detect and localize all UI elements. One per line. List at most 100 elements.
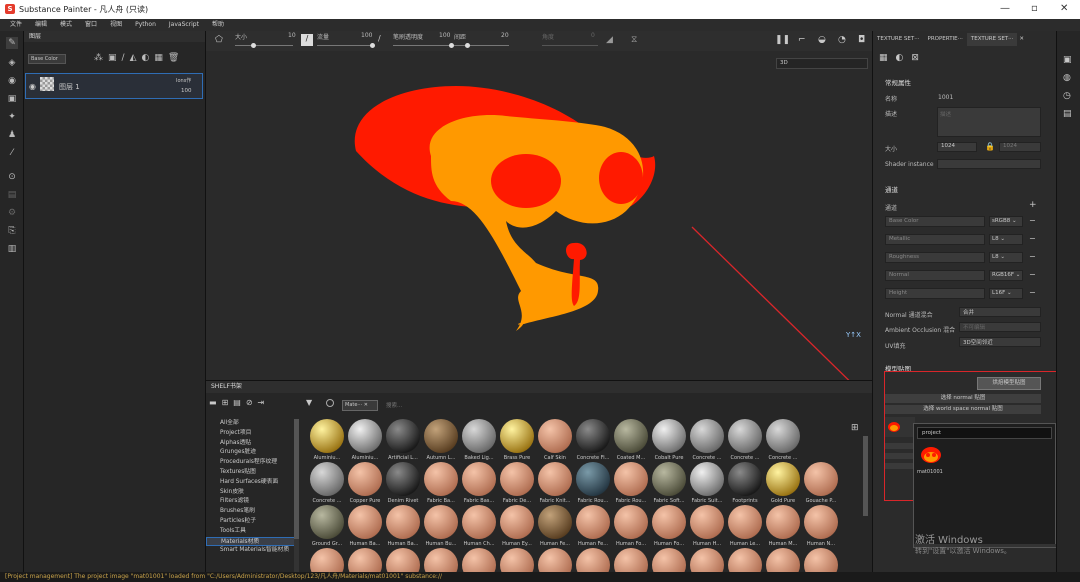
material-thumbnail[interactable] xyxy=(614,419,648,453)
material-thumbnail[interactable] xyxy=(424,419,458,453)
select-ws-normal-map-button[interactable]: 选择 world space normal 贴图 xyxy=(885,405,1041,414)
material-thumbnail[interactable] xyxy=(462,548,496,573)
category-project[interactable]: Project项目 xyxy=(206,429,296,439)
material-thumbnail[interactable] xyxy=(348,419,382,453)
remove-channel-icon[interactable]: − xyxy=(1029,288,1036,297)
material-thumbnail[interactable] xyxy=(538,548,572,573)
remove-channel-icon[interactable]: − xyxy=(1029,270,1036,279)
category-brushes[interactable]: Brushes笔刷 xyxy=(206,507,296,517)
popup-search-input[interactable]: project xyxy=(917,427,1052,439)
material-thumbnail[interactable] xyxy=(614,462,648,496)
eraser-icon[interactable]: ◈ xyxy=(6,57,18,69)
material-thumbnail[interactable] xyxy=(386,462,420,496)
material-thumbnail[interactable] xyxy=(690,548,724,573)
material-thumbnail[interactable] xyxy=(500,505,534,539)
menu-mode[interactable]: 模式 xyxy=(60,19,72,31)
material-thumbnail[interactable] xyxy=(652,548,686,573)
category-alphas[interactable]: Alphas透贴 xyxy=(206,439,296,449)
material-thumbnail[interactable] xyxy=(538,462,572,496)
material-thumbnail[interactable] xyxy=(728,548,762,573)
maximize-button[interactable]: ▫ xyxy=(1031,3,1038,14)
tab-texture-set-list[interactable]: TEXTURE SET··· xyxy=(873,33,924,46)
material-thumbnail[interactable] xyxy=(424,505,458,539)
material-thumbnail[interactable] xyxy=(348,505,382,539)
mesh-map-slot-2[interactable] xyxy=(885,443,913,449)
categories-scrollbar[interactable] xyxy=(294,419,299,573)
add-folder-icon[interactable]: ▦ xyxy=(154,53,163,63)
geometry-mask-icon[interactable]: ⊙ xyxy=(6,171,18,183)
layer-blend-mode[interactable]: Ions作 xyxy=(176,77,191,84)
log-icon[interactable]: ▤ xyxy=(1063,109,1072,119)
color-picker-icon[interactable]: ⁄ xyxy=(6,147,18,159)
uv-mode-icon[interactable]: ⊠ xyxy=(911,53,919,63)
add-brush-icon[interactable]: / xyxy=(122,53,125,63)
category-all[interactable]: All全部 xyxy=(206,419,296,429)
material-thumbnail[interactable] xyxy=(728,419,762,453)
material-thumbnail[interactable] xyxy=(690,505,724,539)
shader-instance-select[interactable] xyxy=(937,159,1041,169)
filter-tag[interactable]: Mate··· ✕ xyxy=(342,400,378,411)
category-materials[interactable]: Materials材质 xyxy=(206,536,296,547)
settings-icon[interactable]: ⚙ xyxy=(6,207,18,219)
material-thumbnail[interactable] xyxy=(804,505,838,539)
material-thumbnail[interactable] xyxy=(576,548,610,573)
mesh-map-slot[interactable] xyxy=(885,417,915,437)
material-thumbnail[interactable] xyxy=(576,419,610,453)
material-thumbnail[interactable] xyxy=(576,505,610,539)
remove-channel-icon[interactable]: − xyxy=(1029,216,1036,225)
material-thumbnail[interactable] xyxy=(310,505,344,539)
menu-file[interactable]: 文件 xyxy=(10,19,22,31)
bake-mesh-maps-button[interactable]: 烘焙模型贴图 xyxy=(977,377,1041,390)
shading-mode-icon[interactable]: ◐ xyxy=(896,53,904,63)
add-effect-icon[interactable]: ⁂ xyxy=(94,53,103,63)
material-thumbnail[interactable] xyxy=(766,505,800,539)
tab-properties[interactable]: PROPERTIE··· xyxy=(924,33,967,46)
material-thumbnail[interactable] xyxy=(500,548,534,573)
category-procedurals[interactable]: Procedurals程序纹理 xyxy=(206,458,296,468)
category-textures[interactable]: Textures贴图 xyxy=(206,468,296,478)
material-thumbnail[interactable] xyxy=(766,548,800,573)
menu-help[interactable]: 帮助 xyxy=(212,19,224,31)
smudge-icon[interactable]: ✦ xyxy=(6,111,18,123)
delete-layer-icon[interactable]: 🗑 xyxy=(168,53,179,63)
select-normal-map-button[interactable]: 选择 normal 贴图 xyxy=(885,394,1041,403)
mesh-map-slot-4[interactable] xyxy=(885,463,913,469)
menu-edit[interactable]: 编辑 xyxy=(35,19,47,31)
close-tab-icon[interactable]: ✕ xyxy=(1017,33,1026,46)
material-thumbnail[interactable] xyxy=(576,462,610,496)
material-thumbnail[interactable] xyxy=(386,419,420,453)
menu-javascript[interactable]: JavaScript xyxy=(169,19,199,31)
category-grunges[interactable]: Grunges脏迹 xyxy=(206,448,296,458)
material-thumbnail[interactable] xyxy=(386,548,420,573)
tab-texture-set-settings[interactable]: TEXTURE SET··· xyxy=(966,33,1018,46)
description-field[interactable]: 描述 xyxy=(937,107,1041,137)
material-thumbnail[interactable] xyxy=(766,462,800,496)
material-thumbnail[interactable] xyxy=(652,505,686,539)
channel-format-select[interactable]: sRGB8 ⌄ xyxy=(989,216,1023,227)
shelf-search-input[interactable]: 搜索... xyxy=(386,401,866,411)
polygon-fill-icon[interactable]: ▣ xyxy=(6,93,18,105)
clone-stamp-icon[interactable]: ♟ xyxy=(6,129,18,141)
export-icon[interactable]: ⎘ xyxy=(6,225,18,237)
document-icon[interactable]: ▥ xyxy=(6,243,18,255)
layer-row[interactable]: ◉ 图层 1 Ions作 100 xyxy=(25,73,203,99)
menu-python[interactable]: Python xyxy=(135,19,156,31)
material-thumbnail[interactable] xyxy=(500,462,534,496)
material-thumbnail[interactable] xyxy=(690,419,724,453)
bake-icon[interactable]: ▤ xyxy=(6,189,18,201)
save-icon[interactable]: ▤ xyxy=(233,398,241,412)
remove-channel-icon[interactable]: − xyxy=(1029,252,1036,261)
material-thumbnail[interactable] xyxy=(538,419,572,453)
texture-set-icon[interactable]: ▣ xyxy=(1063,55,1072,65)
material-thumbnail[interactable] xyxy=(766,419,800,453)
material-thumbnail[interactable] xyxy=(424,548,458,573)
channel-format-select[interactable]: L8 ⌄ xyxy=(989,234,1023,245)
add-paint-layer-icon[interactable]: ▣ xyxy=(108,53,117,63)
lock-icon[interactable]: 🔒 xyxy=(985,142,995,151)
add-channel-icon[interactable]: + xyxy=(1029,200,1037,210)
hide-icon[interactable]: ⊘ xyxy=(246,398,253,412)
material-thumbnail[interactable] xyxy=(614,548,648,573)
material-thumbnail[interactable] xyxy=(500,419,534,453)
material-thumbnail[interactable] xyxy=(728,462,762,496)
materials-scrollbar[interactable] xyxy=(863,436,868,516)
